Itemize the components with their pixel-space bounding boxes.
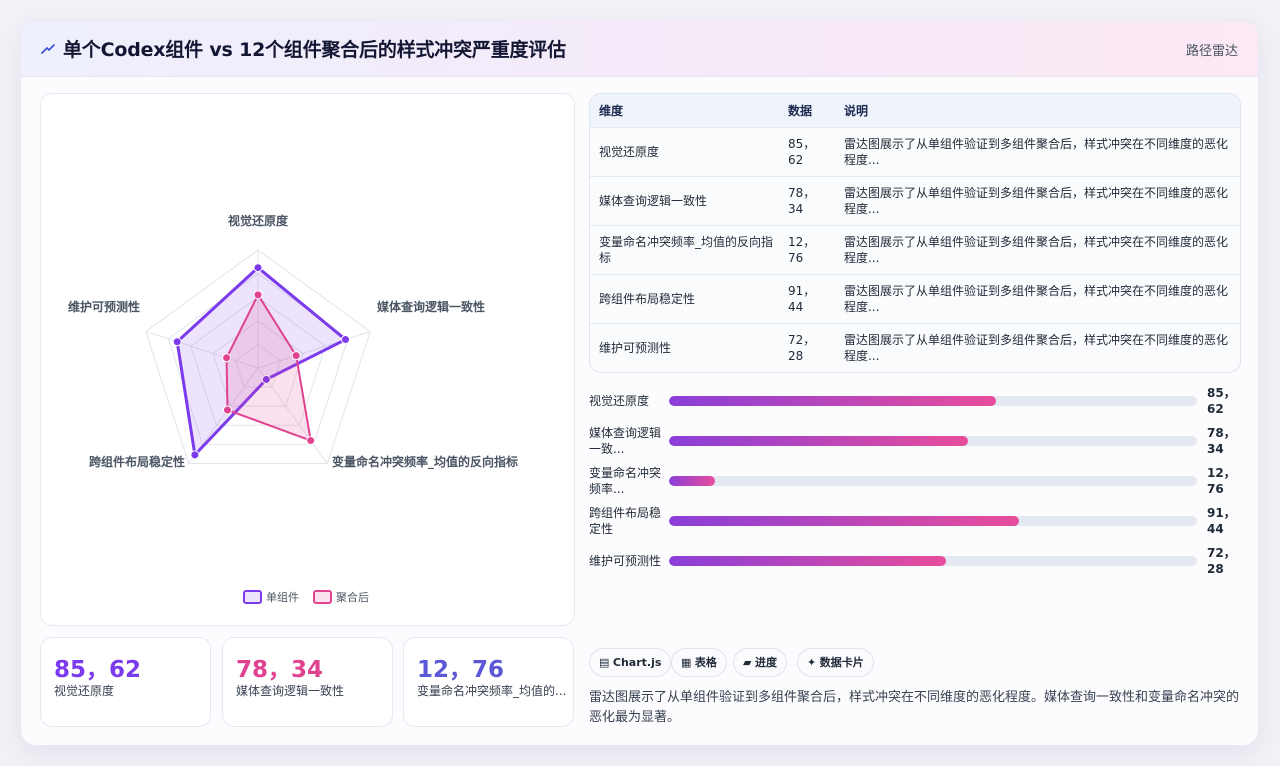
table-icon: ▦ bbox=[681, 656, 692, 669]
progress-row: 变量命名冲突频率... 12，76 bbox=[589, 463, 1241, 497]
tag-chip[interactable]: ▤ Chart.js bbox=[589, 648, 672, 677]
table-cell: 变量命名冲突频率_均值的反向指标 bbox=[599, 234, 774, 265]
radar-axis-label: 视觉还原度 bbox=[228, 213, 289, 228]
kpi-card: 85，62 视觉还原度 bbox=[40, 637, 211, 727]
progress-row: 媒体查询逻辑一致... 78，34 bbox=[589, 423, 1241, 457]
progress-value: 12，76 bbox=[1207, 466, 1236, 496]
tag-chip[interactable]: ▦ 表格 bbox=[671, 648, 727, 677]
kpi-card: 12，76 变量命名冲突频率_均值的... bbox=[403, 637, 574, 727]
table-row: 跨组件布局稳定性 91，44 雷达图展示了从单组件验证到多组件聚合后，样式冲突在… bbox=[590, 274, 1240, 323]
kpi-value: 85，62 bbox=[54, 657, 142, 683]
radar-axis-label: 变量命名冲突频率_均值的反向指标 bbox=[332, 454, 518, 470]
progress-label: 变量命名冲突频率... bbox=[589, 466, 662, 496]
table-cell: 维护可预测性 bbox=[599, 340, 672, 355]
progress-track bbox=[669, 396, 1197, 406]
header-tag: 路径雷达 bbox=[1185, 44, 1238, 59]
table-cell: 85，62 bbox=[788, 136, 816, 167]
table-row: 维护可预测性 72，28 雷达图展示了从单组件验证到多组件聚合后，样式冲突在不同… bbox=[590, 323, 1240, 372]
radar-axis-label: 媒体查询逻辑一致性 bbox=[377, 299, 485, 314]
table-cell: 跨组件布局稳定性 bbox=[599, 291, 696, 306]
table-cell: 78，34 bbox=[788, 185, 816, 216]
chip-label: 表格 bbox=[694, 656, 717, 669]
chip-label: 数据卡片 bbox=[819, 656, 864, 669]
legend-swatch bbox=[313, 590, 332, 604]
legend-swatch bbox=[243, 590, 262, 604]
table-cell: 视觉还原度 bbox=[599, 144, 660, 159]
radar-chart: 视觉还原度媒体查询逻辑一致性变量命名冲突频率_均值的反向指标 跨组件布局稳定性 维护… bbox=[68, 213, 518, 604]
progress-track bbox=[669, 436, 1197, 446]
column-header: 数据 bbox=[788, 103, 813, 118]
progress-value: 72，28 bbox=[1207, 546, 1236, 576]
data-table: 维度 数据 说明 视觉还原度 85，62 雷达图展示了从单组件验证到多组件聚合后… bbox=[589, 93, 1241, 373]
progress-list: 视觉还原度 85，62 媒体查询逻辑一致... 78，34 变量命名冲突频率..… bbox=[589, 383, 1241, 583]
table-cell: 雷达图展示了从单组件验证到多组件聚合后，样式冲突在不同维度的恶化程度... bbox=[844, 136, 1229, 167]
table-cell: 12，76 bbox=[788, 234, 816, 265]
table-cell: 雷达图展示了从单组件验证到多组件聚合后，样式冲突在不同维度的恶化程度... bbox=[844, 185, 1229, 216]
table-cell: 72，28 bbox=[788, 332, 816, 363]
kpi-label: 媒体查询逻辑一致性 bbox=[236, 684, 345, 698]
kpi-value: 78，34 bbox=[236, 657, 324, 683]
progress-label: 跨组件布局稳定性 bbox=[589, 506, 662, 536]
header-bar: 单个Codex组件 vs 12个组件聚合后的样式冲突严重度评估 路径雷达 bbox=[21, 21, 1258, 77]
progress-fill bbox=[669, 396, 997, 406]
radar-point bbox=[222, 353, 232, 363]
radar-point bbox=[253, 290, 263, 300]
progress-row: 视觉还原度 85，62 bbox=[589, 383, 1241, 417]
legend-label: 聚合后 bbox=[336, 590, 369, 604]
summary-text: 雷达图展示了从单组件验证到多组件聚合后，样式冲突在不同维度的恶化程度。媒体查询一… bbox=[589, 690, 1240, 725]
legend-label: 单组件 bbox=[266, 590, 299, 604]
progress-value: 91，44 bbox=[1207, 506, 1236, 536]
progress-label: 视觉还原度 bbox=[589, 394, 650, 408]
chip-label: 进度 bbox=[754, 656, 777, 669]
progress-value: 85，62 bbox=[1207, 386, 1236, 416]
radar-point bbox=[306, 436, 316, 446]
table-header-row: 维度 数据 说明 bbox=[590, 94, 1240, 127]
table-row: 视觉还原度 85，62 雷达图展示了从单组件验证到多组件聚合后，样式冲突在不同维… bbox=[590, 127, 1240, 176]
table-cell: 雷达图展示了从单组件验证到多组件聚合后，样式冲突在不同维度的恶化程度... bbox=[844, 332, 1229, 363]
radar-point bbox=[291, 351, 301, 361]
radar-axis-label: 维护可预测性 bbox=[68, 299, 140, 314]
radar-point bbox=[341, 335, 351, 345]
radar-point bbox=[190, 450, 200, 460]
kpi-label: 变量命名冲突频率_均值的... bbox=[417, 684, 567, 698]
table-cell: 91，44 bbox=[788, 283, 816, 314]
progress-track bbox=[669, 516, 1197, 526]
kpi-card: 78，34 媒体查询逻辑一致性 bbox=[222, 637, 393, 727]
radar-point bbox=[172, 337, 182, 347]
chip-label: Chart.js bbox=[612, 656, 662, 669]
table-cell: 雷达图展示了从单组件验证到多组件聚合后，样式冲突在不同维度的恶化程度... bbox=[844, 234, 1229, 265]
column-header: 说明 bbox=[844, 103, 869, 118]
progress-label: 媒体查询逻辑一致... bbox=[589, 426, 662, 456]
progress-track bbox=[669, 476, 1197, 486]
progress-fill bbox=[669, 436, 969, 446]
sparkle-icon: ✦ bbox=[807, 656, 817, 669]
radar-point bbox=[222, 405, 232, 415]
progress-icon: ▰ bbox=[743, 656, 752, 669]
table-cell: 媒体查询逻辑一致性 bbox=[599, 193, 708, 208]
radar-axis-label: 跨组件布局稳定性 bbox=[89, 454, 185, 469]
table-row: 媒体查询逻辑一致性 78，34 雷达图展示了从单组件验证到多组件聚合后，样式冲突… bbox=[590, 176, 1240, 225]
kpi-label: 视觉还原度 bbox=[54, 684, 115, 698]
progress-fill bbox=[669, 516, 1020, 526]
progress-fill bbox=[669, 476, 715, 486]
progress-value: 78，34 bbox=[1207, 426, 1236, 456]
progress-row: 维护可预测性 72，28 bbox=[589, 543, 1241, 577]
tag-chip[interactable]: ✦ 数据卡片 bbox=[797, 648, 874, 677]
kpi-value: 12，76 bbox=[417, 657, 505, 683]
radar-panel: 视觉还原度媒体查询逻辑一致性变量命名冲突频率_均值的反向指标 跨组件布局稳定性 维护… bbox=[40, 93, 575, 626]
tag-chip[interactable]: ▰ 进度 bbox=[733, 648, 787, 677]
page-title: 单个Codex组件 vs 12个组件聚合后的样式冲突严重度评估 bbox=[63, 39, 566, 61]
progress-label: 维护可预测性 bbox=[589, 554, 662, 568]
dashboard-card: 单个Codex组件 vs 12个组件聚合后的样式冲突严重度评估 路径雷达 视觉还… bbox=[20, 20, 1259, 746]
progress-row: 跨组件布局稳定性 91，44 bbox=[589, 503, 1241, 537]
progress-track bbox=[669, 556, 1197, 566]
radar-point bbox=[253, 263, 263, 273]
spark-icon bbox=[41, 44, 55, 54]
table-row: 变量命名冲突频率_均值的反向指标 12，76 雷达图展示了从单组件验证到多组件聚… bbox=[590, 225, 1240, 274]
chart-icon: ▤ bbox=[599, 656, 610, 669]
table-cell: 雷达图展示了从单组件验证到多组件聚合后，样式冲突在不同维度的恶化程度... bbox=[844, 283, 1229, 314]
progress-fill bbox=[669, 556, 946, 566]
column-header: 维度 bbox=[599, 103, 624, 118]
